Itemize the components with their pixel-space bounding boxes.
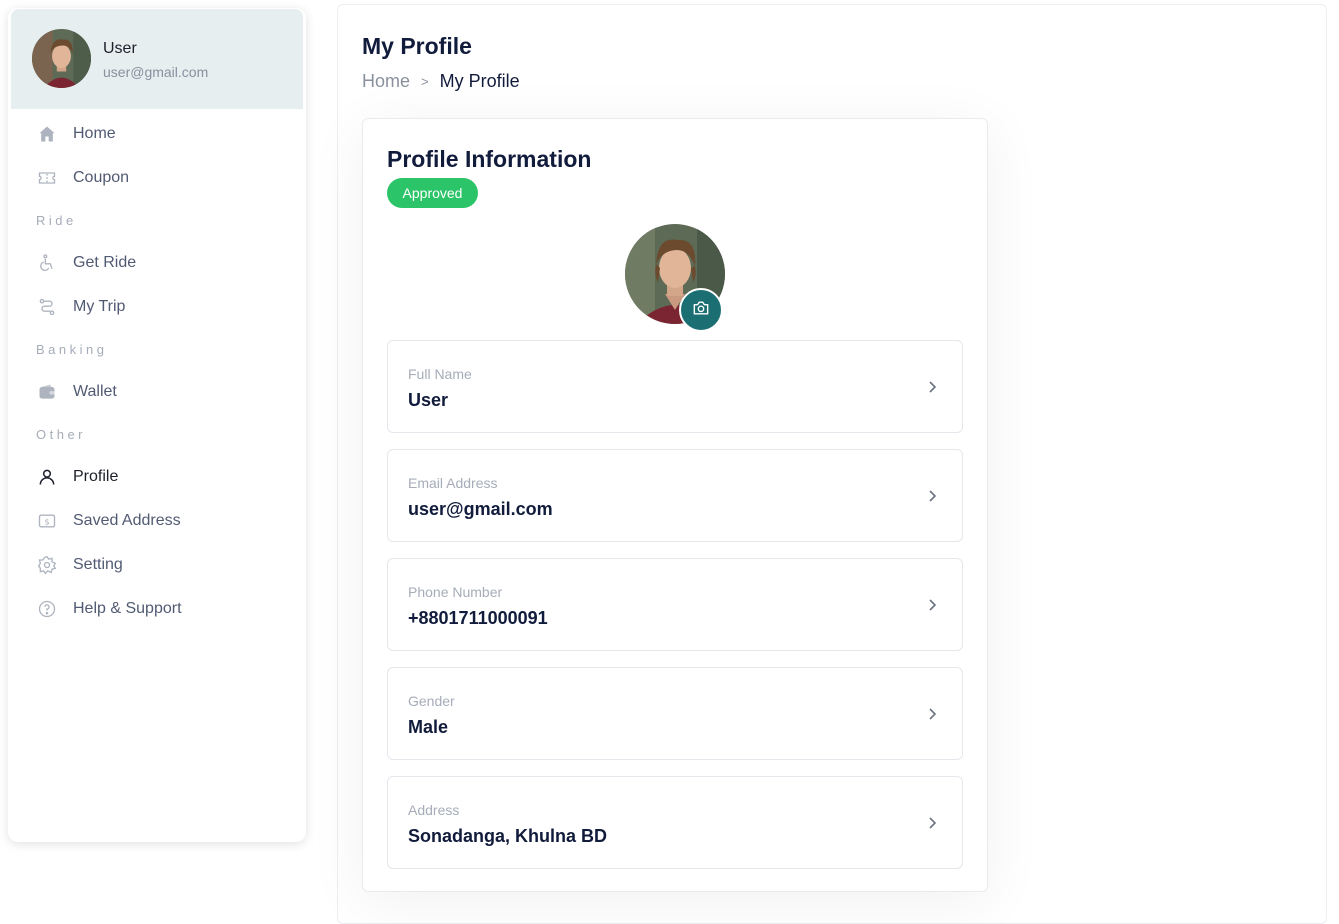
field-address[interactable]: Address Sonadanga, Khulna BD (387, 776, 963, 869)
breadcrumb-separator: > (421, 74, 429, 89)
field-label: Full Name (408, 366, 472, 382)
field-label: Gender (408, 693, 455, 709)
field-label: Address (408, 802, 460, 818)
breadcrumb-home-link[interactable]: Home (362, 71, 410, 92)
field-email-address[interactable]: Email Address user@gmail.com (387, 449, 963, 542)
dollar-box-icon: $ (36, 510, 58, 532)
sidebar-item-label: Home (73, 125, 116, 142)
field-value: user@gmail.com (408, 499, 553, 519)
sidebar-item-label: My Trip (73, 298, 126, 315)
user-card[interactable]: User user@gmail.com (11, 9, 303, 109)
status-badge: Approved (387, 178, 478, 208)
sidebar-item-get-ride[interactable]: Get Ride (8, 241, 306, 285)
section-ride: Ride (36, 213, 77, 228)
home-icon (36, 123, 58, 145)
user-name: User (103, 40, 137, 57)
avatar (32, 29, 91, 88)
field-value: User (408, 390, 449, 410)
breadcrumb-current: My Profile (439, 71, 520, 91)
chevron-right-icon (926, 706, 938, 722)
field-label: Email Address (408, 475, 498, 491)
profile-card-title: Profile Information (387, 146, 592, 172)
sidebar-item-profile[interactable]: Profile (8, 455, 306, 499)
gear-icon (36, 554, 58, 576)
breadcrumb: Home > My Profile (362, 71, 520, 92)
user-icon (36, 466, 58, 488)
sidebar-item-setting[interactable]: Setting (8, 543, 306, 587)
accessible-icon (36, 252, 58, 274)
user-email: user@gmail.com (103, 64, 209, 80)
ticket-icon (36, 167, 58, 189)
sidebar-item-help-support[interactable]: Help & Support (8, 587, 306, 631)
svg-text:$: $ (44, 516, 49, 526)
sidebar: User user@gmail.com Home Coupon Ride Get… (8, 8, 306, 842)
page-title: My Profile (362, 33, 472, 59)
field-label: Phone Number (408, 584, 503, 600)
sidebar-item-label: Setting (73, 556, 123, 573)
sidebar-item-label: Saved Address (73, 512, 181, 529)
sidebar-item-label: Wallet (73, 383, 117, 400)
chevron-right-icon (926, 379, 938, 395)
field-full-name[interactable]: Full Name User (387, 340, 963, 433)
sidebar-item-label: Coupon (73, 169, 130, 186)
chevron-right-icon (926, 815, 938, 831)
change-photo-button[interactable] (679, 288, 723, 332)
wallet-icon (36, 381, 58, 403)
sidebar-item-my-trip[interactable]: My Trip (8, 285, 306, 329)
sidebar-item-label: Help & Support (73, 600, 182, 617)
chevron-right-icon (926, 488, 938, 504)
route-icon (36, 296, 58, 318)
sidebar-item-home[interactable]: Home (8, 112, 306, 156)
section-banking: Banking (36, 342, 108, 357)
field-phone-number[interactable]: Phone Number +8801711000091 (387, 558, 963, 651)
question-circle-icon (36, 598, 58, 620)
section-other: Other (36, 427, 87, 442)
sidebar-item-label: Get Ride (73, 254, 137, 271)
profile-card: Profile Information Approved Full Name U… (362, 118, 988, 892)
field-value: Male (408, 717, 449, 737)
field-value: Sonadanga, Khulna BD (408, 826, 608, 846)
field-value: +8801711000091 (408, 608, 548, 628)
sidebar-item-wallet[interactable]: Wallet (8, 370, 306, 414)
sidebar-item-label: Profile (73, 468, 119, 485)
camera-icon (691, 298, 711, 323)
chevron-right-icon (926, 597, 938, 613)
sidebar-nav: Home Coupon Ride Get Ride My Trip Bankin… (8, 112, 306, 631)
sidebar-item-saved-address[interactable]: $ Saved Address (8, 499, 306, 543)
main-content: My Profile Home > My Profile Profile Inf… (337, 4, 1327, 924)
sidebar-item-coupon[interactable]: Coupon (8, 156, 306, 200)
field-gender[interactable]: Gender Male (387, 667, 963, 760)
